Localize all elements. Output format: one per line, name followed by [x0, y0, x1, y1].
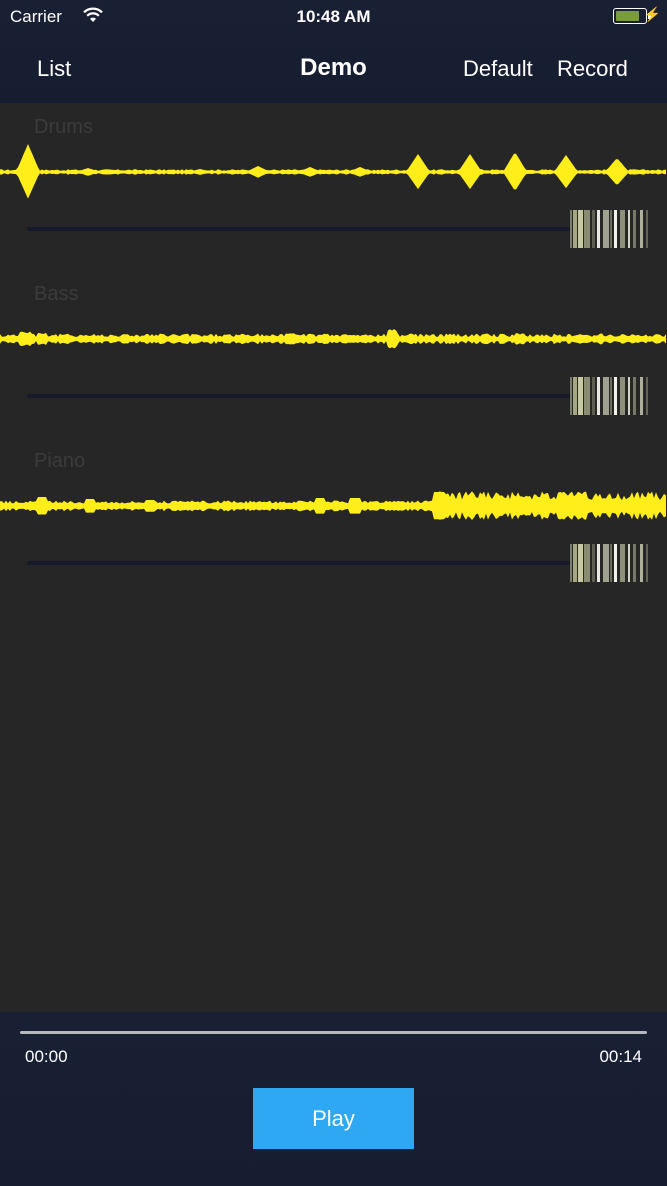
- clock: 10:48 AM: [296, 7, 371, 26]
- track-bass: Bass: [0, 273, 667, 433]
- waveform[interactable]: [0, 474, 667, 538]
- track-name: Bass: [34, 283, 79, 305]
- track-name: Piano: [34, 450, 86, 472]
- default-button[interactable]: Default: [463, 56, 533, 82]
- volume-slider[interactable]: [27, 227, 572, 231]
- track-drums: Drums: [0, 106, 667, 266]
- waveform-shape: [0, 144, 666, 199]
- waveform[interactable]: [0, 307, 667, 371]
- track-name: Drums: [34, 116, 93, 138]
- transport-bar: 00:00 00:14 Play: [0, 1012, 667, 1186]
- playback-progress[interactable]: [20, 1031, 647, 1034]
- slider-thumb[interactable]: [570, 377, 652, 415]
- battery-icon: [613, 8, 651, 24]
- current-time: 00:00: [25, 1047, 68, 1066]
- record-button[interactable]: Record: [557, 56, 628, 82]
- volume-slider[interactable]: [27, 561, 572, 565]
- waveform-shape: [0, 491, 666, 520]
- volume-slider[interactable]: [27, 394, 572, 398]
- navigation-bar: Carrier 10:48 AM ⚡ List Demo Default Rec…: [0, 0, 667, 103]
- slider-thumb[interactable]: [570, 544, 652, 582]
- waveform-shape: [0, 329, 666, 349]
- status-bar: Carrier 10:48 AM ⚡: [0, 0, 667, 34]
- waveform[interactable]: [0, 140, 667, 204]
- track-piano: Piano: [0, 440, 667, 600]
- duration: 00:14: [599, 1047, 642, 1066]
- charging-icon: ⚡: [643, 6, 661, 22]
- slider-thumb[interactable]: [570, 210, 652, 248]
- play-button[interactable]: Play: [253, 1088, 414, 1149]
